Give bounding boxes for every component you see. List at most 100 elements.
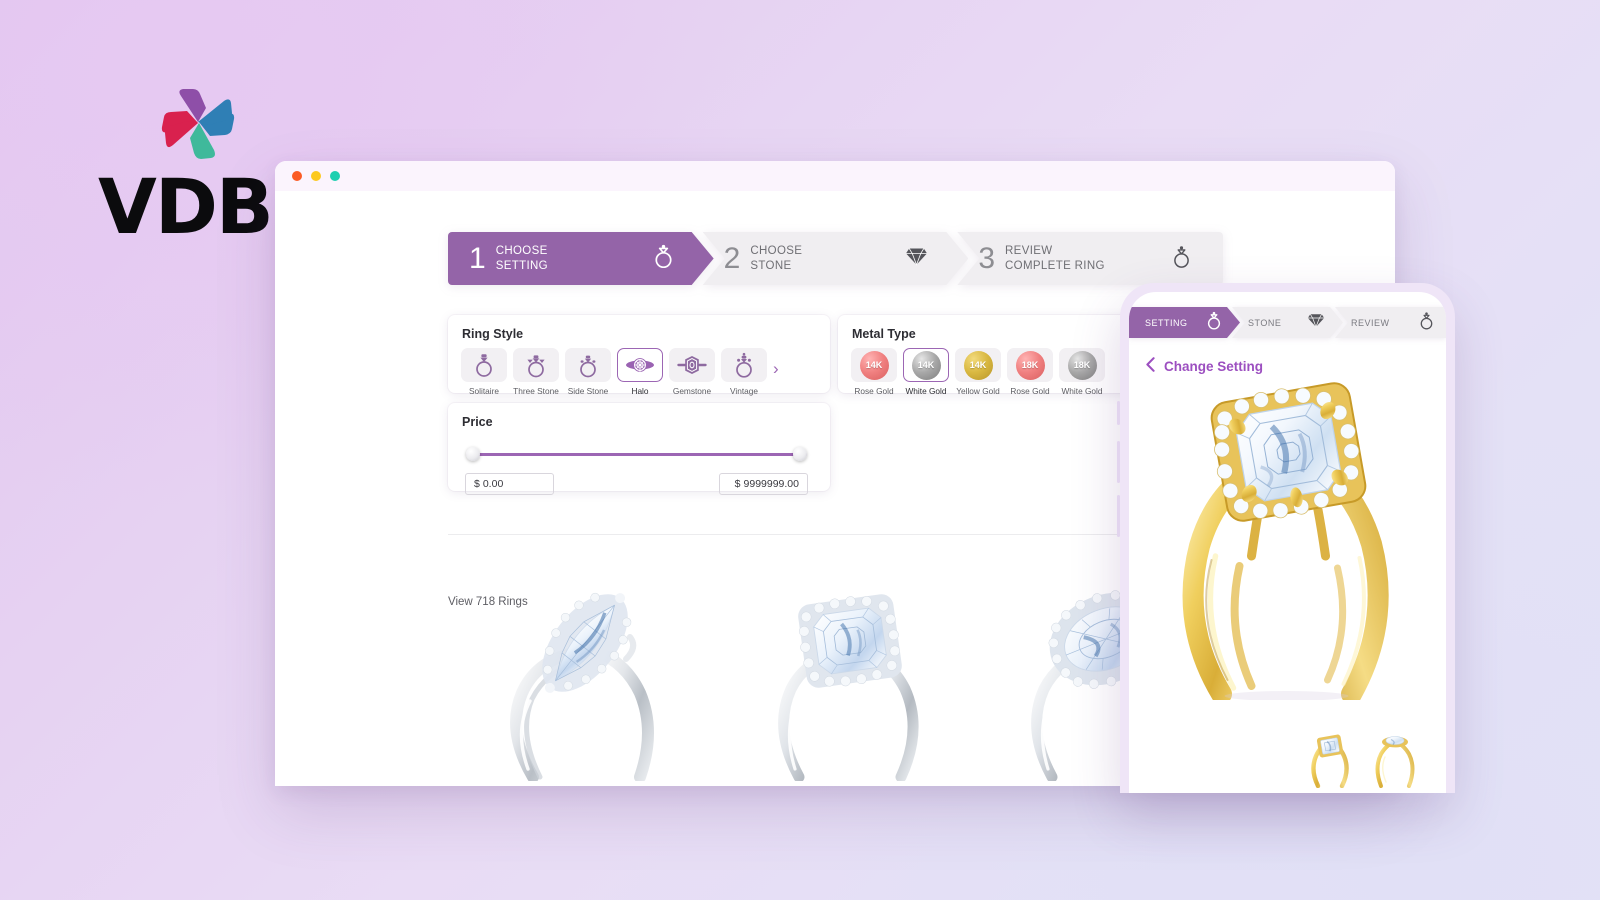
ring-style-label: Vintage: [730, 385, 758, 396]
vdb-pinwheel-logo-icon: [161, 89, 235, 159]
zoom-icon[interactable]: [330, 171, 340, 181]
ring-style-label: Halo: [631, 385, 649, 396]
ring-thumbnail-front[interactable]: [1308, 732, 1352, 793]
metal-swatch: 14K: [851, 348, 897, 382]
ring-icon: [1206, 311, 1222, 335]
phone-step-label: STONE: [1248, 317, 1282, 328]
ring-style-option-vintage[interactable]: Vintage: [721, 348, 767, 396]
ring-style-option-three-stone[interactable]: Three Stone: [513, 348, 559, 396]
phone-volume-up-button[interactable]: [1117, 441, 1120, 483]
ring-style-label: Gemstone: [672, 385, 712, 396]
ring-style-panel: Ring Style Solitaire Three Stone Side St…: [448, 315, 830, 396]
phone-progress-stepper: SETTING STONE REVIEW: [1129, 307, 1446, 338]
metal-swatch: 14K: [955, 348, 1001, 382]
phone-volume-down-button[interactable]: [1117, 495, 1120, 537]
metal-swatch: 14K: [903, 348, 949, 382]
step-label-line1: CHOOSE: [750, 244, 803, 257]
slider-track: [466, 453, 807, 456]
change-setting-link[interactable]: Change Setting: [1146, 357, 1446, 375]
step-label: CHOOSE SETTING: [496, 244, 548, 273]
step-number: 2: [723, 241, 741, 275]
phone-step-setting[interactable]: SETTING: [1129, 307, 1240, 338]
price-max-input[interactable]: $ 9999999.00: [719, 473, 808, 495]
ring-gemstone-icon: [669, 348, 715, 382]
brand-logo: VDB: [98, 88, 274, 251]
step-label-line2: STONE: [750, 259, 792, 272]
metal-option-14k-white-gold[interactable]: 14K White Gold: [903, 348, 949, 396]
slider-knob-min[interactable]: [466, 447, 480, 461]
step-review-complete-ring[interactable]: 3 REVIEW COMPLETE RING: [957, 232, 1224, 285]
ring-style-label: Solitaire: [469, 385, 499, 396]
chevron-right-icon[interactable]: ›: [773, 360, 789, 377]
step-choose-stone[interactable]: 2 CHOOSE STONE: [703, 232, 969, 285]
chevron-left-icon: [1146, 357, 1155, 375]
phone-ring-thumbnails: [1308, 732, 1418, 793]
step-label: CHOOSE STONE: [750, 244, 802, 273]
metal-label: Rose Gold: [1010, 385, 1050, 396]
ring-icon: [653, 244, 674, 274]
ring-style-option-solitaire[interactable]: Solitaire: [461, 348, 507, 396]
metal-swatch: 18K: [1059, 348, 1105, 382]
karat-label: 18K: [1067, 350, 1097, 380]
diamond-icon: [1307, 313, 1325, 333]
ring-result-marquise-halo-twist[interactable]: [488, 581, 693, 786]
minimize-icon[interactable]: [311, 171, 321, 181]
metal-label: White Gold: [905, 385, 947, 396]
phone-screen: SETTING STONE REVIEW Change Setting: [1129, 292, 1446, 793]
phone-mockup: SETTING STONE REVIEW Change Setting: [1117, 283, 1455, 793]
phone-hero-ring-image[interactable]: [1155, 380, 1420, 705]
karat-label: 14K: [963, 350, 993, 380]
metal-option-14k-rose-gold[interactable]: 14K Rose Gold: [851, 348, 897, 396]
section-divider: [448, 534, 1223, 535]
karat-label: 14K: [859, 350, 889, 380]
step-number: 1: [469, 241, 486, 275]
ring-result-asscher-halo[interactable]: [751, 583, 951, 786]
step-label-line2: SETTING: [495, 259, 548, 272]
ring-thumbnail-side[interactable]: [1372, 732, 1418, 793]
karat-label: 14K: [911, 350, 941, 380]
progress-stepper: 1 CHOOSE SETTING 2 CHOOSE STONE 3 REVIEW…: [448, 232, 1224, 285]
slider-knob-max[interactable]: [793, 447, 807, 461]
price-max-value: 9999999.00: [743, 478, 799, 490]
step-label-line2: COMPLETE RING: [1005, 259, 1105, 272]
metal-option-18k-white-gold[interactable]: 18K White Gold: [1059, 348, 1105, 396]
phone-step-label: REVIEW: [1351, 317, 1390, 328]
step-label-line1: REVIEW: [1005, 244, 1053, 257]
phone-step-review[interactable]: REVIEW: [1335, 307, 1446, 338]
phone-mute-button[interactable]: [1117, 401, 1120, 425]
karat-label: 18K: [1015, 350, 1045, 380]
price-panel: Price $ 0.00 $ 9999999.00: [448, 403, 830, 495]
ring-three-stone-icon: [513, 348, 559, 382]
change-setting-label: Change Setting: [1164, 358, 1264, 374]
ring-style-label: Side Stone: [567, 385, 609, 396]
metal-option-18k-rose-gold[interactable]: 18K Rose Gold: [1007, 348, 1053, 396]
currency-symbol: $: [734, 478, 741, 490]
browser-title-bar: [275, 161, 1395, 191]
price-range-slider[interactable]: [466, 447, 807, 461]
ring-icon: [1172, 244, 1191, 273]
ring-style-title: Ring Style: [462, 327, 524, 341]
ring-side-stone-icon: [565, 348, 611, 382]
step-label: REVIEW COMPLETE RING: [1005, 244, 1105, 273]
step-number: 3: [978, 241, 996, 275]
step-choose-setting[interactable]: 1 CHOOSE SETTING: [448, 232, 714, 285]
price-min-input[interactable]: $ 0.00: [465, 473, 554, 495]
metal-label: White Gold: [1061, 385, 1103, 396]
ring-halo-icon: [617, 348, 663, 382]
step-label-line1: CHOOSE: [495, 244, 548, 257]
brand-name: VDB: [98, 162, 274, 251]
metal-swatch: 18K: [1007, 348, 1053, 382]
ring-style-options: Solitaire Three Stone Side Stone Halo Ge…: [461, 348, 816, 396]
ring-style-option-side-stone[interactable]: Side Stone: [565, 348, 611, 396]
ring-vintage-icon: [721, 348, 767, 382]
diamond-icon: [905, 247, 928, 271]
phone-step-stone[interactable]: STONE: [1232, 307, 1343, 338]
metal-label: Rose Gold: [854, 385, 894, 396]
metal-option-14k-yellow-gold[interactable]: 14K Yellow Gold: [955, 348, 1001, 396]
phone-step-label: SETTING: [1145, 317, 1188, 328]
close-icon[interactable]: [292, 171, 302, 181]
currency-symbol: $: [474, 478, 480, 490]
ring-icon: [1419, 311, 1434, 335]
ring-style-option-halo[interactable]: Halo: [617, 348, 663, 396]
ring-style-option-gemstone[interactable]: Gemstone: [669, 348, 715, 396]
